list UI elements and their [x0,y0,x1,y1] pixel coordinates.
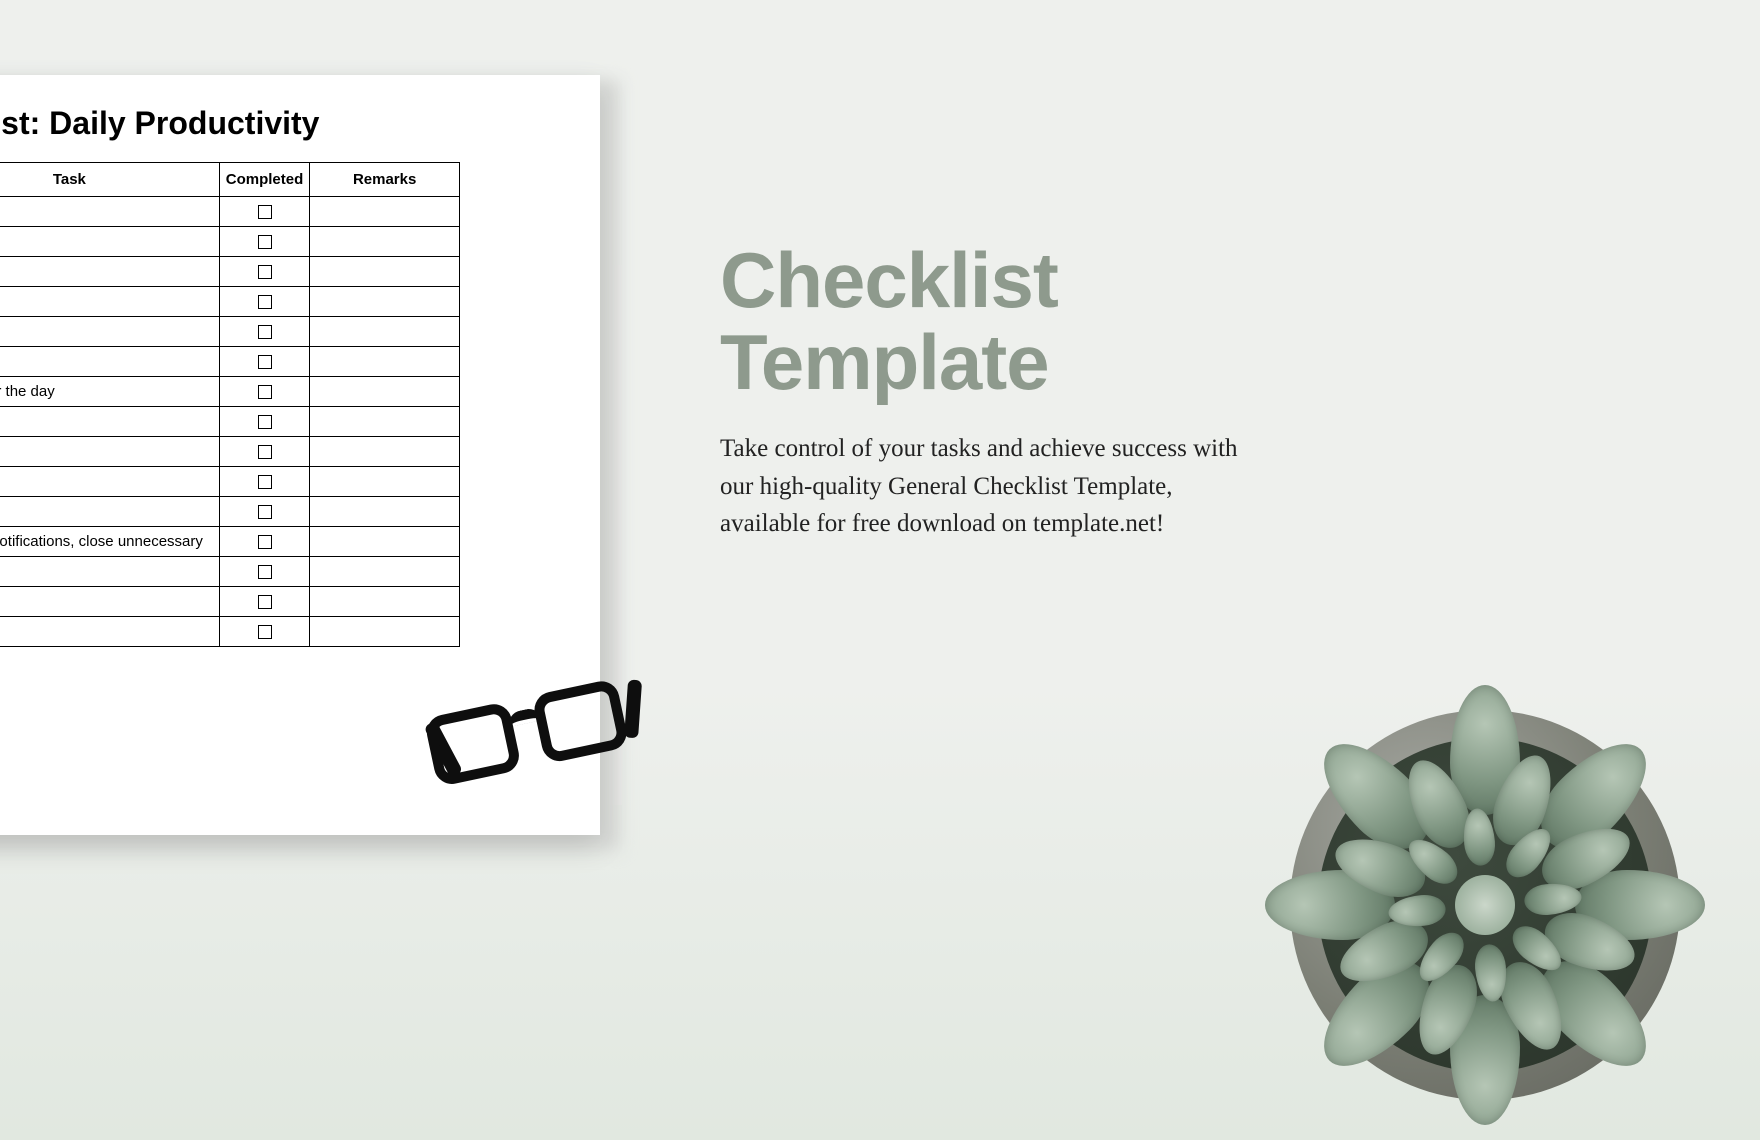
remarks-cell [310,587,460,617]
checkbox-icon [258,415,272,429]
table-header-row: Task Completed Remarks [0,163,460,197]
table-row [0,347,460,377]
completed-cell [219,617,310,647]
completed-cell [219,317,310,347]
completed-cell [219,497,310,527]
remarks-cell [310,437,460,467]
completed-cell [219,377,310,407]
completed-cell [219,557,310,587]
task-cell [0,287,219,317]
remarks-cell [310,347,460,377]
checkbox-icon [258,505,272,519]
checklist-table: Task Completed Remarks nt tasks for the … [0,162,460,647]
remarks-cell [310,227,460,257]
heading-line-1: Checklist [720,236,1058,324]
task-cell [0,557,219,587]
task-cell [0,197,219,227]
promo-heading: Checklist Template [720,240,1280,404]
completed-cell [219,587,310,617]
table-row [0,407,460,437]
checkbox-icon [258,325,272,339]
table-row: ne [0,497,460,527]
table-row [0,227,460,257]
task-cell [0,227,219,257]
remarks-cell [310,377,460,407]
checklist-title: ecklist: Daily Productivity [0,105,600,142]
remarks-cell [310,197,460,227]
remarks-cell [310,257,460,287]
task-cell [0,407,219,437]
table-row [0,287,460,317]
remarks-cell [310,467,460,497]
checkbox-icon [258,205,272,219]
table-row [0,557,460,587]
remarks-cell [310,557,460,587]
completed-cell [219,347,310,377]
table-row [0,317,460,347]
checkbox-icon [258,385,272,399]
remarks-cell [310,617,460,647]
task-cell [0,317,219,347]
checkbox-icon [258,535,272,549]
task-cell [0,437,219,467]
checkbox-icon [258,265,272,279]
table-row [0,197,460,227]
completed-cell [219,407,310,437]
table-row: r timer [0,587,460,617]
checkbox-icon [258,445,272,459]
checkbox-icon [258,295,272,309]
task-cell: rity task [0,467,219,497]
table-row: rity task [0,467,460,497]
completed-cell [219,287,310,317]
remarks-cell [310,527,460,557]
remarks-cell [310,497,460,527]
completed-cell [219,467,310,497]
task-cell: ., turn off notifications, close unneces… [0,527,219,557]
col-task: Task [0,163,219,197]
completed-cell [219,257,310,287]
remarks-cell [310,317,460,347]
task-cell [0,347,219,377]
heading-line-2: Template [720,318,1049,406]
task-cell: en tasks [0,617,219,647]
table-row: ., turn off notifications, close unneces… [0,527,460,557]
remarks-cell [310,407,460,437]
checkbox-icon [258,355,272,369]
table-row: en tasks [0,617,460,647]
checkbox-icon [258,235,272,249]
task-cell: ne [0,497,219,527]
checkbox-icon [258,475,272,489]
checkbox-icon [258,595,272,609]
checkbox-icon [258,625,272,639]
task-cell [0,257,219,287]
checkbox-icon [258,565,272,579]
completed-cell [219,437,310,467]
task-cell: r timer [0,587,219,617]
remarks-cell [310,287,460,317]
completed-cell [219,227,310,257]
task-cell: nt tasks for the day [0,377,219,407]
table-row [0,257,460,287]
table-row: nt tasks for the day [0,377,460,407]
succulent-plant [1290,710,1680,1100]
table-row [0,437,460,467]
completed-cell [219,197,310,227]
col-remarks: Remarks [310,163,460,197]
promo-description: Take control of your tasks and achieve s… [720,430,1250,543]
col-completed: Completed [219,163,310,197]
completed-cell [219,527,310,557]
